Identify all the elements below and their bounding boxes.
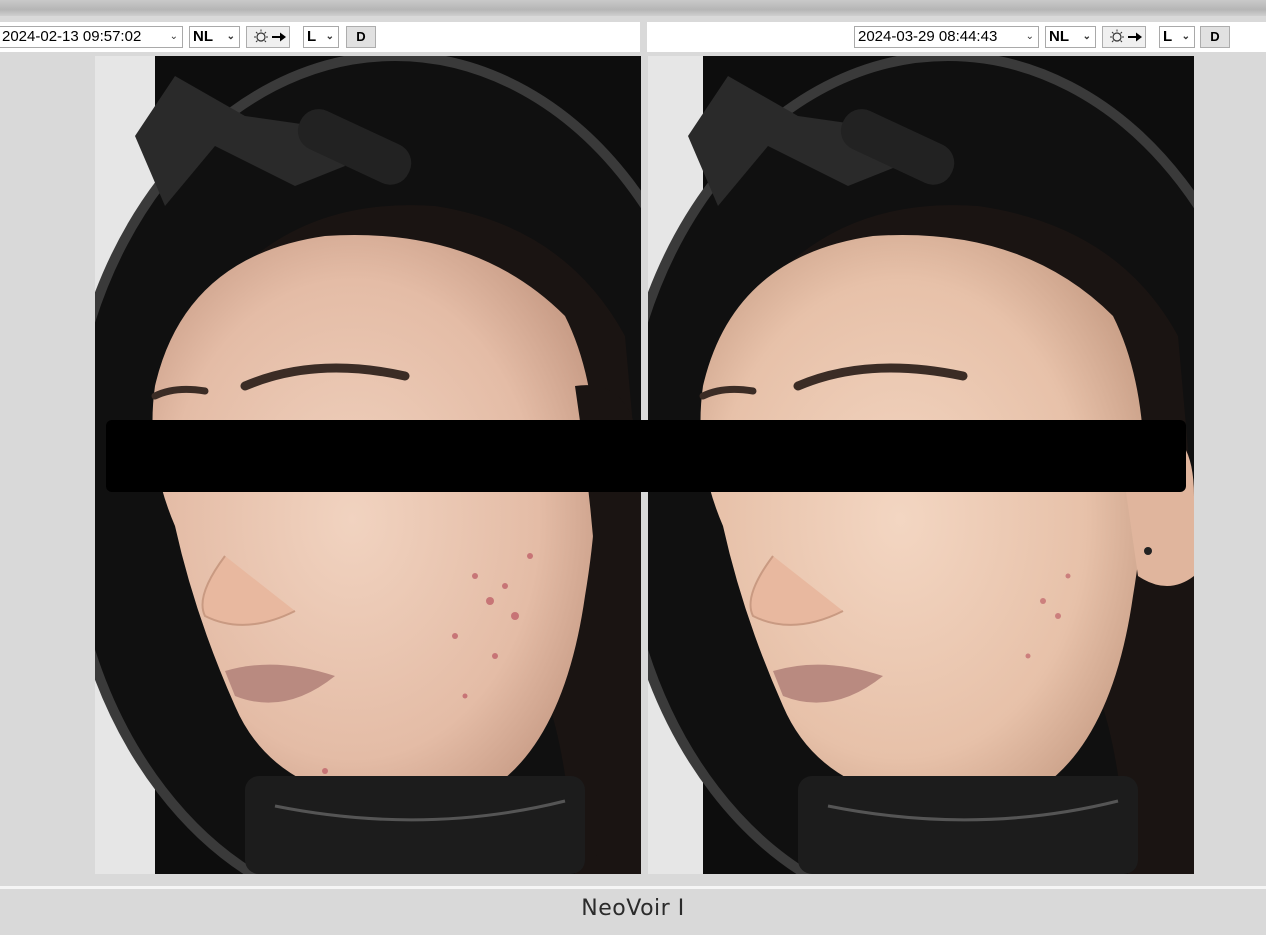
left-d-button[interactable]: D <box>346 26 376 48</box>
left-datetime-select[interactable]: 2024-02-13 09:57:02 ⌄ <box>0 26 183 48</box>
right-datetime-value: 2024-03-29 08:44:43 <box>858 28 998 45</box>
left-mode-value: NL <box>193 28 213 45</box>
right-mode-value: NL <box>1049 28 1069 45</box>
privacy-redaction-bar <box>106 420 1186 492</box>
lightbulb-arrow-icon <box>1110 29 1142 43</box>
left-mode-select[interactable]: NL ⌄ <box>189 26 240 48</box>
left-datetime-value: 2024-02-13 09:57:02 <box>2 28 142 45</box>
left-toolbar: 2024-02-13 09:57:02 ⌄ NL ⌄ L ⌄ D <box>0 22 640 52</box>
right-side-select[interactable]: L ⌄ <box>1159 26 1195 48</box>
right-mode-select[interactable]: NL ⌄ <box>1045 26 1096 48</box>
chevron-down-icon: ⌄ <box>226 31 235 42</box>
left-light-button[interactable] <box>246 26 290 48</box>
right-light-button[interactable] <box>1102 26 1146 48</box>
footer-divider <box>0 886 1266 889</box>
chevron-down-icon: ⌄ <box>325 31 334 42</box>
chevron-down-icon: ⌄ <box>169 31 178 42</box>
brand-logo: NeoVoir I <box>581 896 685 921</box>
left-side-select[interactable]: L ⌄ <box>303 26 339 48</box>
chevron-down-icon: ⌄ <box>1181 31 1190 42</box>
right-side-value: L <box>1163 28 1173 45</box>
chevron-down-icon: ⌄ <box>1082 31 1091 42</box>
left-side-value: L <box>307 28 317 45</box>
chevron-down-icon: ⌄ <box>1025 31 1034 42</box>
right-datetime-select[interactable]: 2024-03-29 08:44:43 ⌄ <box>854 26 1039 48</box>
lightbulb-arrow-icon <box>254 29 286 43</box>
right-d-button[interactable]: D <box>1200 26 1230 48</box>
right-toolbar: 2024-03-29 08:44:43 ⌄ NL ⌄ L ⌄ D <box>647 22 1266 52</box>
window-title-bar <box>0 0 1266 16</box>
